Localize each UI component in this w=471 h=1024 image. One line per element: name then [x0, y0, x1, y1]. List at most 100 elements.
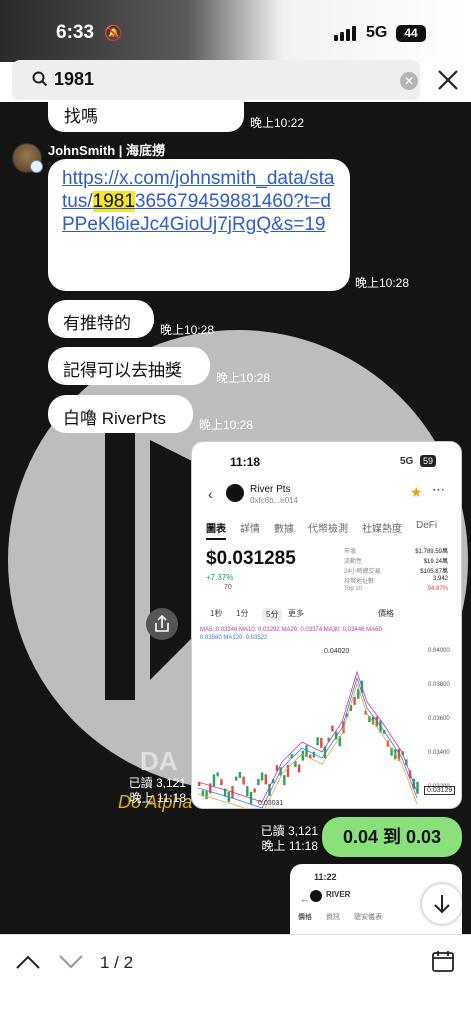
clear-search-icon[interactable]: ✕ [400, 72, 418, 90]
candle [253, 788, 256, 793]
shot2-token: RIVER [326, 890, 351, 899]
arrow-down-icon [434, 895, 450, 914]
ma-line2: 0.03560 MA120: 0.03522 [200, 635, 268, 641]
message-text: 白嚕 RiverPts [63, 409, 166, 428]
token-address: 0xfc6b...e014 [250, 496, 299, 505]
calendar-icon[interactable] [431, 949, 455, 973]
shot2-time: 11:22 [314, 872, 337, 882]
y-tick: 0.03600 [428, 716, 450, 722]
read-receipt: 已讀 3,121 晚上 11:18 [260, 824, 318, 853]
shot2-tab: 聰安儀表 [354, 914, 382, 921]
svg-text:DA: DA [140, 746, 178, 776]
message-bubble[interactable]: 記得可以去抽獎 [48, 347, 210, 385]
stat-label: 流動性 [344, 559, 363, 565]
shot2-tab: 資訊 [326, 914, 340, 921]
read-receipt: 已讀 3,121 晚上 11:18 [128, 776, 186, 805]
interval-tab: 1分 [236, 609, 249, 618]
mute-icon: 🔕 [104, 25, 123, 42]
stat-value: $19.24萬 [423, 559, 448, 565]
shot-price-label: 價格 [378, 609, 394, 618]
back-icon: ← [300, 894, 309, 904]
candle [301, 750, 304, 761]
shot-tab: 數據 [274, 524, 294, 535]
share-icon [155, 614, 169, 632]
candle [331, 725, 334, 732]
stat-value: $105.87萬 [420, 569, 448, 575]
more-icon: ⋯ [432, 482, 445, 497]
y-tick: 0.03800 [428, 682, 450, 688]
last-price-label: 0.03129 [424, 786, 456, 795]
candle [220, 779, 223, 786]
stat-value: 3,942 [432, 576, 448, 582]
shot-price: $0.031285 [206, 548, 296, 569]
search-input[interactable]: 1981 ✕ [12, 60, 420, 100]
token-logo [226, 484, 244, 502]
link-message-bubble[interactable]: https://x.com/johnsmith_data/status/1981… [48, 159, 350, 291]
shot-tab: 詳情 [240, 524, 260, 535]
message-bubble[interactable]: 有推特的 [48, 300, 154, 338]
price-chart [197, 670, 419, 808]
network-type: 5G [366, 24, 388, 41]
shot-tab: 社媒熱度 [362, 524, 402, 535]
stat-label: Top 10 [344, 586, 363, 592]
close-icon[interactable] [436, 68, 460, 92]
tweet-link[interactable]: https://x.com/johnsmith_data/status/1981… [62, 168, 334, 235]
stat-value: 94.87% [427, 586, 448, 592]
search-highlight: 1981 [92, 191, 135, 212]
result-counter: 1 / 2 [100, 953, 134, 972]
shot-tab: 圖表 [206, 520, 226, 540]
back-icon: ‹ [208, 486, 213, 502]
sent-message-bubble[interactable]: 0.04 到 0.03 [322, 817, 462, 857]
message-text: 記得可以去抽獎 [63, 361, 182, 380]
status-bar: 6:33 🔕 5G 44 [0, 0, 471, 62]
message-bubble[interactable]: 找嗎 [48, 100, 244, 132]
candle [212, 774, 216, 787]
message-time: 晚上10:28 [199, 418, 254, 432]
candle [353, 696, 356, 705]
stat-label: 持幣地址數 [344, 579, 375, 585]
chevron-down-icon[interactable] [58, 953, 84, 971]
candle [316, 737, 319, 746]
shot-tab: DeFi [416, 520, 438, 531]
token-logo [310, 890, 322, 902]
shot-change: +7.37% [206, 573, 234, 582]
shot-time: 11:18 [230, 455, 261, 469]
message-bubble[interactable]: 白嚕 RiverPts [48, 395, 193, 433]
candle [205, 791, 208, 800]
message-text: 有推特的 [63, 314, 131, 333]
chevron-up-icon[interactable] [15, 953, 41, 971]
shot-score: 70 [224, 584, 232, 591]
scroll-down-button[interactable] [422, 884, 462, 924]
token-name: River Pts [250, 484, 291, 495]
star-icon: ★ [410, 484, 423, 500]
candle [297, 764, 301, 773]
y-tick: 0.04000 [428, 648, 450, 654]
interval-tab: 1秒 [210, 609, 223, 618]
shot-battery: 59 [420, 455, 437, 467]
stat-label: 24小時總交易 [344, 569, 381, 575]
sender-name[interactable]: JohnSmith | 海底撈 [48, 140, 165, 159]
search-nav-bar: 1 / 2 [0, 934, 471, 1024]
message-time: 晚上10:28 [355, 276, 410, 290]
interval-tab: 5分 [262, 608, 283, 621]
ma-line1: MA5: 0.03246 MA10: 0.03292 MA20: 0.03374… [200, 627, 382, 633]
message-time: 晚上10:28 [160, 323, 215, 337]
high-label: 0.04020 [324, 648, 350, 655]
signal-icon [334, 26, 356, 41]
search-query: 1981 [54, 69, 95, 89]
candle [294, 761, 297, 768]
y-tick: 0.03400 [428, 750, 450, 756]
candle [283, 775, 286, 786]
image-message[interactable]: 11:18 5G 59 ‹ River Pts 0xfc6b...e014 ★ … [191, 441, 462, 809]
shot-tab: 代幣檢測 [308, 524, 348, 535]
candle [246, 786, 249, 797]
share-button[interactable] [146, 608, 178, 640]
message-text: 找嗎 [64, 107, 98, 126]
stat-label: 市值 [344, 549, 357, 555]
low-label: 0.03031 [258, 800, 284, 807]
status-time: 6:33 [56, 22, 95, 43]
candle [320, 737, 323, 748]
verified-icon [30, 160, 43, 173]
candle [238, 772, 242, 779]
candle [242, 776, 245, 785]
